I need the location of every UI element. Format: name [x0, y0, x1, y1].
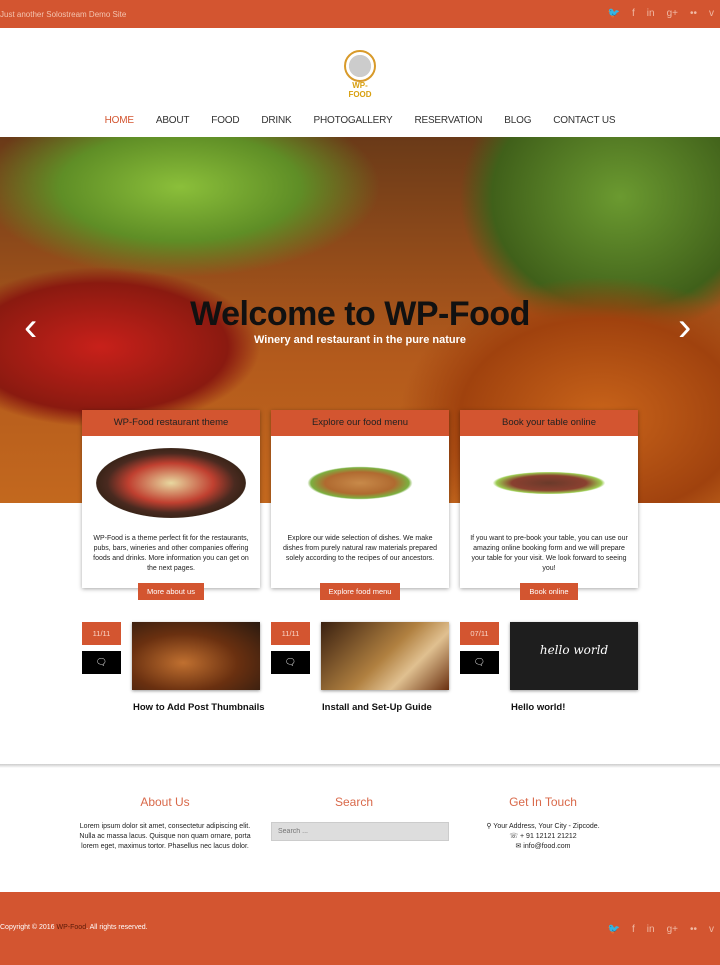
post-date: 11/11 — [82, 622, 121, 645]
nav-drink[interactable]: DRINK — [261, 115, 291, 126]
divider — [0, 764, 720, 768]
social-links-footer: 🐦 f in g+ •• v — [608, 924, 714, 935]
hero-title: Welcome to WP-Food — [190, 295, 530, 333]
contact-heading: Get In Touch — [509, 795, 577, 809]
nav-reservation[interactable]: RESERVATION — [414, 115, 482, 126]
top-bar: Just another Solostream Demo Site 🐦 f in… — [0, 0, 720, 28]
card-image — [96, 448, 246, 518]
about-heading: About Us — [140, 795, 190, 809]
contact-info: ⚲ Your Address, Your City - Zipcode. ☏ +… — [453, 822, 633, 852]
card-text: WP-Food is a theme perfect fit for the r… — [93, 535, 249, 572]
vimeo-icon[interactable]: v — [709, 924, 714, 935]
card-title: Explore our food menu — [271, 410, 449, 436]
copyright-suffix: . All rights reserved. — [86, 924, 148, 931]
card-title: Book your table online — [460, 410, 638, 436]
about-text: Lorem ipsum dolor sit amet, consectetur … — [79, 823, 251, 850]
comment-icon[interactable]: 🗨 — [460, 651, 499, 674]
next-slide-icon[interactable]: › — [678, 307, 696, 347]
post-thumbnail[interactable] — [321, 622, 449, 690]
google-plus-icon[interactable]: g+ — [667, 8, 678, 19]
comment-icon[interactable]: 🗨 — [271, 651, 310, 674]
flickr-icon[interactable]: •• — [690, 8, 697, 19]
nav-food[interactable]: FOOD — [211, 115, 239, 126]
feature-card: Book your table online If you want to pr… — [460, 410, 638, 600]
post-thumbnail[interactable] — [132, 622, 260, 690]
logo-fork-spoon-icon — [344, 50, 376, 82]
post-date: 07/11 — [460, 622, 499, 645]
twitter-icon[interactable]: 🐦 — [608, 8, 620, 19]
card-text: If you want to pre-book your table, you … — [470, 535, 628, 572]
search-input[interactable] — [271, 822, 449, 841]
explore-food-menu-button[interactable]: Explore food menu — [319, 583, 401, 600]
search-heading: Search — [334, 795, 374, 809]
logo-text: WP-FOOD — [348, 81, 372, 99]
hero-subtitle: Winery and restaurant in the pure nature — [254, 334, 466, 346]
nav-blog[interactable]: BLOG — [504, 115, 531, 126]
copyright-prefix: Copyright © 2016 — [0, 924, 57, 931]
vimeo-icon[interactable]: v — [709, 8, 714, 19]
twitter-icon[interactable]: 🐦 — [608, 924, 620, 935]
linkedin-icon[interactable]: in — [647, 8, 655, 19]
footer: Copyright © 2016 WP-Food. All rights res… — [0, 892, 720, 965]
flickr-icon[interactable]: •• — [690, 924, 697, 935]
nav-about[interactable]: ABOUT — [156, 115, 190, 126]
main-nav: HOME ABOUT FOOD DRINK PHOTOGALLERY RESER… — [0, 115, 720, 126]
prev-slide-icon[interactable]: ‹ — [24, 307, 42, 347]
comment-icon[interactable]: 🗨 — [82, 651, 121, 674]
phone: ☏ + 91 12121 21212 — [509, 833, 577, 840]
feature-card: WP-Food restaurant theme WP-Food is a th… — [82, 410, 260, 600]
nav-contact[interactable]: CONTACT US — [553, 115, 615, 126]
copyright: Copyright © 2016 WP-Food. All rights res… — [0, 924, 148, 931]
linkedin-icon[interactable]: in — [647, 924, 655, 935]
facebook-icon[interactable]: f — [632, 8, 635, 19]
facebook-icon[interactable]: f — [632, 924, 635, 935]
card-image — [474, 448, 624, 518]
post-title[interactable]: Hello world! — [511, 702, 565, 713]
address: ⚲ Your Address, Your City - Zipcode. — [486, 823, 600, 830]
site-logo[interactable]: WP-FOOD — [341, 50, 379, 99]
book-online-button[interactable]: Book online — [520, 583, 578, 600]
more-about-us-button[interactable]: More about us — [138, 583, 204, 600]
post-date: 11/11 — [271, 622, 310, 645]
post-title[interactable]: Install and Set-Up Guide — [322, 702, 432, 713]
nav-home[interactable]: HOME — [105, 115, 134, 126]
card-title: WP-Food restaurant theme — [82, 410, 260, 436]
card-text: Explore our wide selection of dishes. We… — [282, 535, 438, 562]
feature-card: Explore our food menu Explore our wide s… — [271, 410, 449, 600]
email[interactable]: ✉ info@food.com — [453, 842, 633, 852]
post-title[interactable]: How to Add Post Thumbnails — [133, 702, 265, 713]
social-links-top: 🐦 f in g+ •• v — [608, 8, 714, 19]
card-image — [285, 448, 435, 518]
google-plus-icon[interactable]: g+ — [667, 924, 678, 935]
nav-photogallery[interactable]: PHOTOGALLERY — [314, 115, 393, 126]
brand-link[interactable]: WP-Food — [57, 924, 87, 931]
site-tagline: Just another Solostream Demo Site — [0, 10, 127, 19]
post-thumbnail[interactable]: hello world — [510, 622, 638, 690]
